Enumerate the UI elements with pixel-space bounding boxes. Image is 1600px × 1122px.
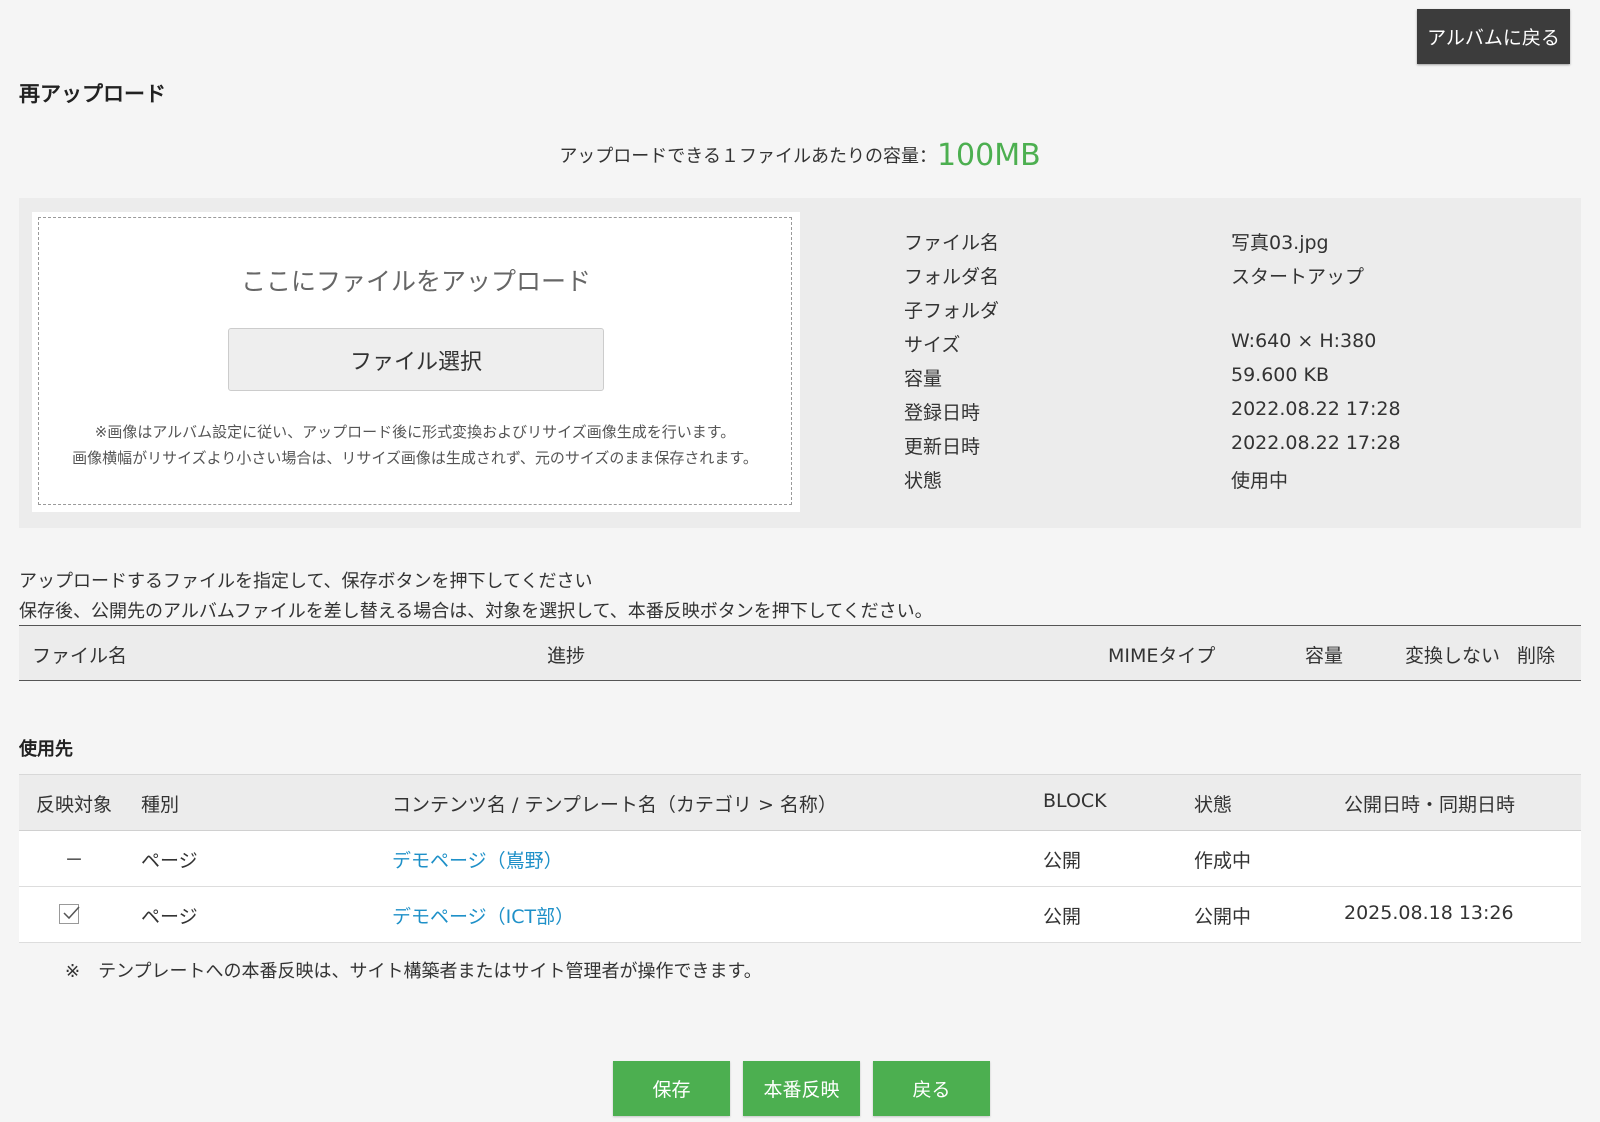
- instruction-line-2: 保存後、公開先のアルバムファイルを差し替える場合は、対象を選択して、本番反映ボタ…: [19, 601, 933, 622]
- check-icon: [63, 906, 80, 920]
- row-status: 作成中: [1194, 850, 1252, 872]
- file-table-header: ファイル名 進捗 MIMEタイプ 容量 変換しない 削除: [19, 625, 1581, 681]
- capacity-info: アップロードできる１ファイルあたりの容量：100MB: [19, 138, 1581, 173]
- info-value: 2022.08.22 17:28: [1231, 398, 1401, 420]
- col-target: 反映対象: [36, 794, 113, 816]
- dropzone-note-2: 画像横幅がリサイズより小さい場合は、リサイズ画像は生成されず、元のサイズのまま保…: [72, 449, 758, 467]
- target-none: －: [64, 849, 84, 871]
- row-kind: ページ: [141, 850, 198, 872]
- col-published: 公開日時・同期日時: [1344, 794, 1516, 816]
- back-button[interactable]: 戻る: [873, 1061, 990, 1116]
- info-key: 登録日時: [904, 402, 981, 424]
- dropzone-text: ここにファイルをアップロード: [240, 267, 591, 296]
- row-block: 公開: [1043, 906, 1082, 928]
- page-title: 再アップロード: [19, 82, 166, 106]
- row-kind: ページ: [141, 906, 198, 928]
- save-button[interactable]: 保存: [613, 1061, 730, 1116]
- upload-panel: ここにファイルをアップロード ファイル選択 ※画像はアルバム設定に従い、アップロ…: [19, 198, 1581, 528]
- table-row: ページ デモページ（ICT部） 公開 公開中 2025.08.18 13:26: [19, 887, 1581, 943]
- info-row-registered: 登録日時 2022.08.22 17:28: [904, 398, 1504, 432]
- info-key: 状態: [904, 470, 943, 492]
- info-key: 更新日時: [904, 436, 981, 458]
- col-no-convert: 変換しない: [1405, 645, 1501, 667]
- dropzone-container: ここにファイルをアップロード ファイル選択 ※画像はアルバム設定に従い、アップロ…: [32, 212, 800, 512]
- col-block: BLOCK: [1043, 790, 1107, 812]
- file-dropzone[interactable]: ここにファイルをアップロード ファイル選択 ※画像はアルバム設定に従い、アップロ…: [38, 217, 792, 505]
- col-status: 状態: [1194, 794, 1233, 816]
- file-select-button[interactable]: ファイル選択: [228, 328, 604, 391]
- info-row-filename: ファイル名 写真03.jpg: [904, 228, 1504, 262]
- usage-footnote: ※ テンプレートへの本番反映は、サイト構築者またはサイト管理者が操作できます。: [65, 961, 762, 982]
- info-row-folder: フォルダ名 スタートアップ: [904, 262, 1504, 296]
- row-published: 2025.08.18 13:26: [1344, 902, 1514, 924]
- row-block: 公開: [1043, 850, 1082, 872]
- info-key: 容量: [904, 368, 943, 390]
- row-status: 公開中: [1194, 906, 1252, 928]
- capacity-value: 100MB: [936, 138, 1041, 173]
- content-link[interactable]: デモページ（嶌野）: [392, 850, 563, 872]
- info-key: フォルダ名: [904, 266, 1000, 288]
- col-content: コンテンツ名 / テンプレート名（カテゴリ > 名称）: [392, 794, 837, 816]
- info-row-subfolder: 子フォルダ: [904, 296, 1504, 330]
- col-progress: 進捗: [547, 645, 586, 667]
- col-mime: MIMEタイプ: [1108, 645, 1216, 667]
- usage-table-header: 反映対象 種別 コンテンツ名 / テンプレート名（カテゴリ > 名称） BLOC…: [19, 774, 1581, 831]
- info-value: 写真03.jpg: [1231, 232, 1329, 254]
- info-row-size: サイズ W:640 × H:380: [904, 330, 1504, 364]
- usage-section-title: 使用先: [19, 739, 73, 760]
- info-value: 59.600 KB: [1231, 364, 1330, 386]
- info-key: 子フォルダ: [904, 300, 1000, 322]
- content-link[interactable]: デモページ（ICT部）: [392, 906, 574, 928]
- info-key: サイズ: [904, 334, 961, 356]
- publish-button[interactable]: 本番反映: [743, 1061, 860, 1116]
- info-row-capacity: 容量 59.600 KB: [904, 364, 1504, 398]
- info-value: W:640 × H:380: [1231, 330, 1377, 352]
- info-value: 使用中: [1231, 470, 1289, 492]
- col-capacity: 容量: [1305, 645, 1344, 667]
- dropzone-note-1: ※画像はアルバム設定に従い、アップロード後に形式変換およびリサイズ画像生成を行い…: [94, 423, 736, 441]
- capacity-label: アップロードできる１ファイルあたりの容量：: [559, 146, 937, 167]
- col-delete: 削除: [1517, 645, 1556, 667]
- instruction-line-1: アップロードするファイルを指定して、保存ボタンを押下してください: [19, 571, 593, 592]
- info-row-updated: 更新日時 2022.08.22 17:28: [904, 432, 1504, 466]
- info-value: スタートアップ: [1231, 266, 1365, 288]
- info-row-status: 状態 使用中: [904, 466, 1504, 500]
- col-filename: ファイル名: [32, 645, 128, 667]
- back-to-album-button[interactable]: アルバムに戻る: [1417, 9, 1570, 64]
- col-kind: 種別: [141, 794, 180, 816]
- publish-target-checkbox[interactable]: [59, 904, 80, 924]
- info-key: ファイル名: [904, 232, 1000, 254]
- info-value: 2022.08.22 17:28: [1231, 432, 1401, 454]
- table-row: － ページ デモページ（嶌野） 公開 作成中: [19, 831, 1581, 887]
